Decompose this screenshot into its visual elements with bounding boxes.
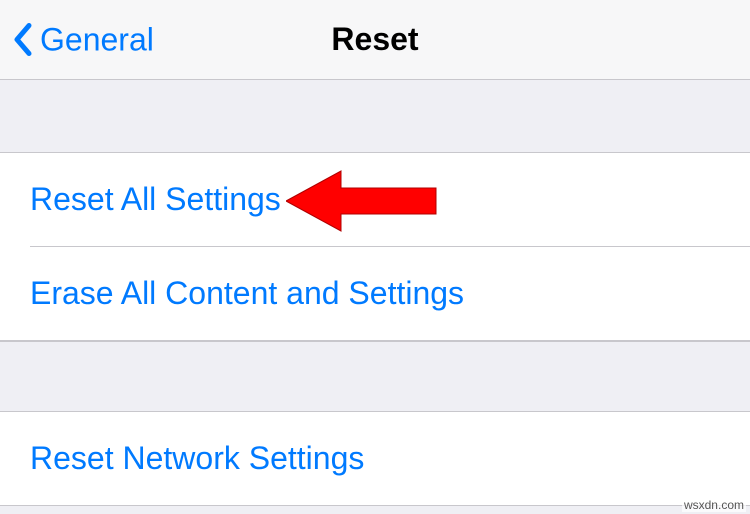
chevron-left-icon: [12, 22, 34, 58]
section-spacer: [0, 80, 750, 152]
reset-options-group-1: Reset All Settings Erase All Content and…: [0, 152, 750, 341]
watermark-text: wsxdn.com: [682, 498, 746, 512]
navigation-bar: General Reset: [0, 0, 750, 80]
reset-network-settings-item[interactable]: Reset Network Settings: [0, 412, 750, 505]
reset-all-settings-item[interactable]: Reset All Settings: [0, 153, 750, 246]
back-button[interactable]: General: [12, 21, 154, 58]
reset-options-group-2: Reset Network Settings: [0, 411, 750, 506]
section-spacer: [0, 341, 750, 411]
back-label: General: [40, 21, 154, 58]
erase-all-content-item[interactable]: Erase All Content and Settings: [0, 247, 750, 340]
page-title: Reset: [331, 21, 418, 58]
